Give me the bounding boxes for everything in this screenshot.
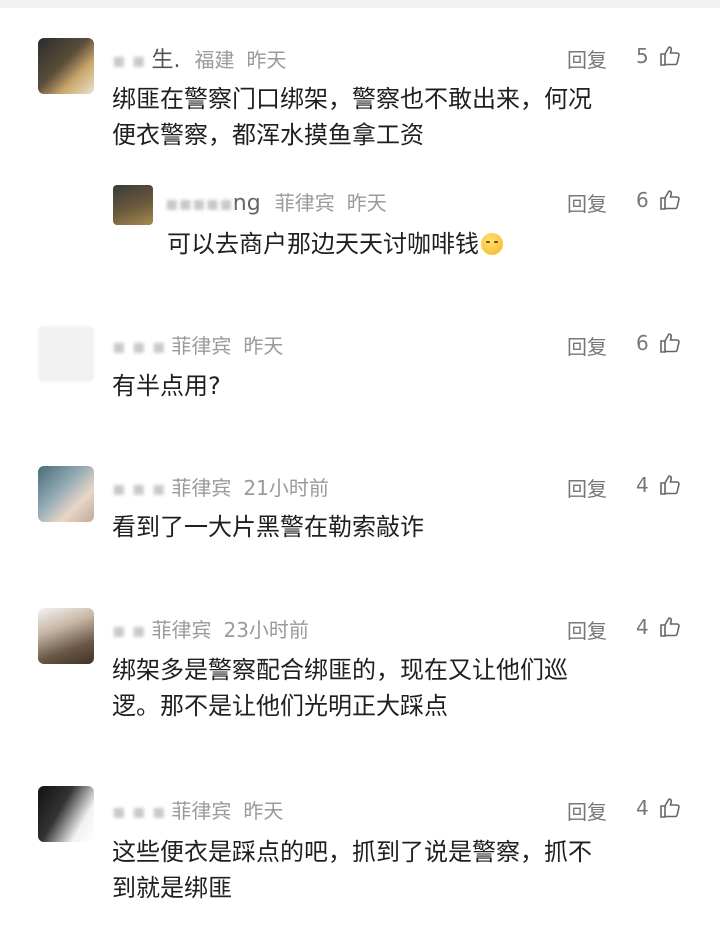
comment-line: 有半点用? <box>112 372 221 400</box>
location: 菲律宾 <box>274 191 335 215</box>
comment-text: 绑架多是警察配合绑匪的，现在又让他们巡 逻。那不是让他们光明正大踩点 <box>112 652 568 724</box>
avatar[interactable] <box>38 608 94 664</box>
avatar[interactable] <box>38 326 94 382</box>
top-divider <box>0 0 720 8</box>
like-count: 5 <box>636 44 649 68</box>
blurred-username: ▪ ▪ ▪ <box>112 476 166 500</box>
location: 菲律宾 <box>151 618 212 642</box>
reply-author[interactable]: ▪▪▪▪▪ng 菲律宾 昨天 <box>165 187 387 216</box>
timestamp: 21小时前 <box>243 476 329 500</box>
like-count: 6 <box>636 188 649 212</box>
comment-line: 这些便衣是踩点的吧，抓到了说是警察，抓不 <box>112 838 592 866</box>
thumbs-up-icon[interactable] <box>658 615 682 639</box>
blurred-username: ▪ ▪ ▪ <box>112 799 166 823</box>
reply-button[interactable]: 回复 <box>567 188 607 217</box>
thumbs-up-icon[interactable] <box>658 331 682 355</box>
comment-author[interactable]: ▪ ▪ 菲律宾 23小时前 <box>112 614 309 643</box>
avatar[interactable] <box>38 786 94 842</box>
avatar[interactable] <box>38 466 94 522</box>
username-tail: ng <box>232 191 261 216</box>
reply-button[interactable]: 回复 <box>567 473 607 502</box>
location: 菲律宾 <box>171 476 232 500</box>
thumbs-up-icon[interactable] <box>658 188 682 212</box>
comment-text: 绑匪在警察门口绑架，警察也不敢出来，何况 便衣警察，都浑水摸鱼拿工资 <box>112 81 592 153</box>
avatar[interactable] <box>38 38 94 94</box>
like-count: 4 <box>636 796 649 820</box>
blurred-username: ▪ ▪ <box>112 618 146 642</box>
comment-line: 到就是绑匪 <box>112 874 232 902</box>
comment-line: 逻。那不是让他们光明正大踩点 <box>112 692 448 720</box>
comment-text: 这些便衣是踩点的吧，抓到了说是警察，抓不 到就是绑匪 <box>112 834 592 906</box>
like-count: 6 <box>636 331 649 355</box>
comment-line: 绑匪在警察门口绑架，警察也不敢出来，何况 <box>112 85 592 113</box>
like-count: 4 <box>636 615 649 639</box>
comment-line: 便衣警察，都浑水摸鱼拿工资 <box>112 121 424 149</box>
face-emoji-icon <box>481 233 503 255</box>
location: 福建 <box>194 48 235 72</box>
reply-line: 可以去商户那边天天讨咖啡钱 <box>167 230 479 258</box>
comment-author[interactable]: ▪ ▪ ▪ 菲律宾 昨天 <box>112 330 283 359</box>
comment-line: 看到了一大片黑警在勒索敲诈 <box>112 513 424 541</box>
timestamp: 昨天 <box>346 191 387 215</box>
location: 菲律宾 <box>171 334 232 358</box>
thumbs-up-icon[interactable] <box>658 44 682 68</box>
reply-button[interactable]: 回复 <box>567 44 607 73</box>
timestamp: 昨天 <box>243 799 284 823</box>
comment-text: 有半点用? <box>112 368 221 404</box>
comment-text: 看到了一大片黑警在勒索敲诈 <box>112 509 424 545</box>
reply-button[interactable]: 回复 <box>567 615 607 644</box>
blurred-username: ▪ ▪ ▪ <box>112 334 166 358</box>
like-count: 4 <box>636 473 649 497</box>
blurred-username: ▪ ▪ <box>112 48 146 72</box>
username-tail: 生. <box>151 48 181 73</box>
thumbs-up-icon[interactable] <box>658 796 682 820</box>
timestamp: 昨天 <box>243 334 284 358</box>
comment-author[interactable]: ▪ ▪ ▪ 菲律宾 昨天 <box>112 795 283 824</box>
reply-button[interactable]: 回复 <box>567 796 607 825</box>
blurred-username: ▪▪▪▪▪ <box>165 191 233 215</box>
timestamp: 23小时前 <box>223 618 309 642</box>
comment-author[interactable]: ▪ ▪ 生. 福建 昨天 <box>112 42 286 74</box>
comment-line: 绑架多是警察配合绑匪的，现在又让他们巡 <box>112 656 568 684</box>
reply-button[interactable]: 回复 <box>567 331 607 360</box>
thumbs-up-icon[interactable] <box>658 473 682 497</box>
comment-author[interactable]: ▪ ▪ ▪ 菲律宾 21小时前 <box>112 472 329 501</box>
location: 菲律宾 <box>171 799 232 823</box>
reply-avatar[interactable] <box>113 185 153 225</box>
timestamp: 昨天 <box>246 48 287 72</box>
reply-text: 可以去商户那边天天讨咖啡钱 <box>167 226 503 262</box>
